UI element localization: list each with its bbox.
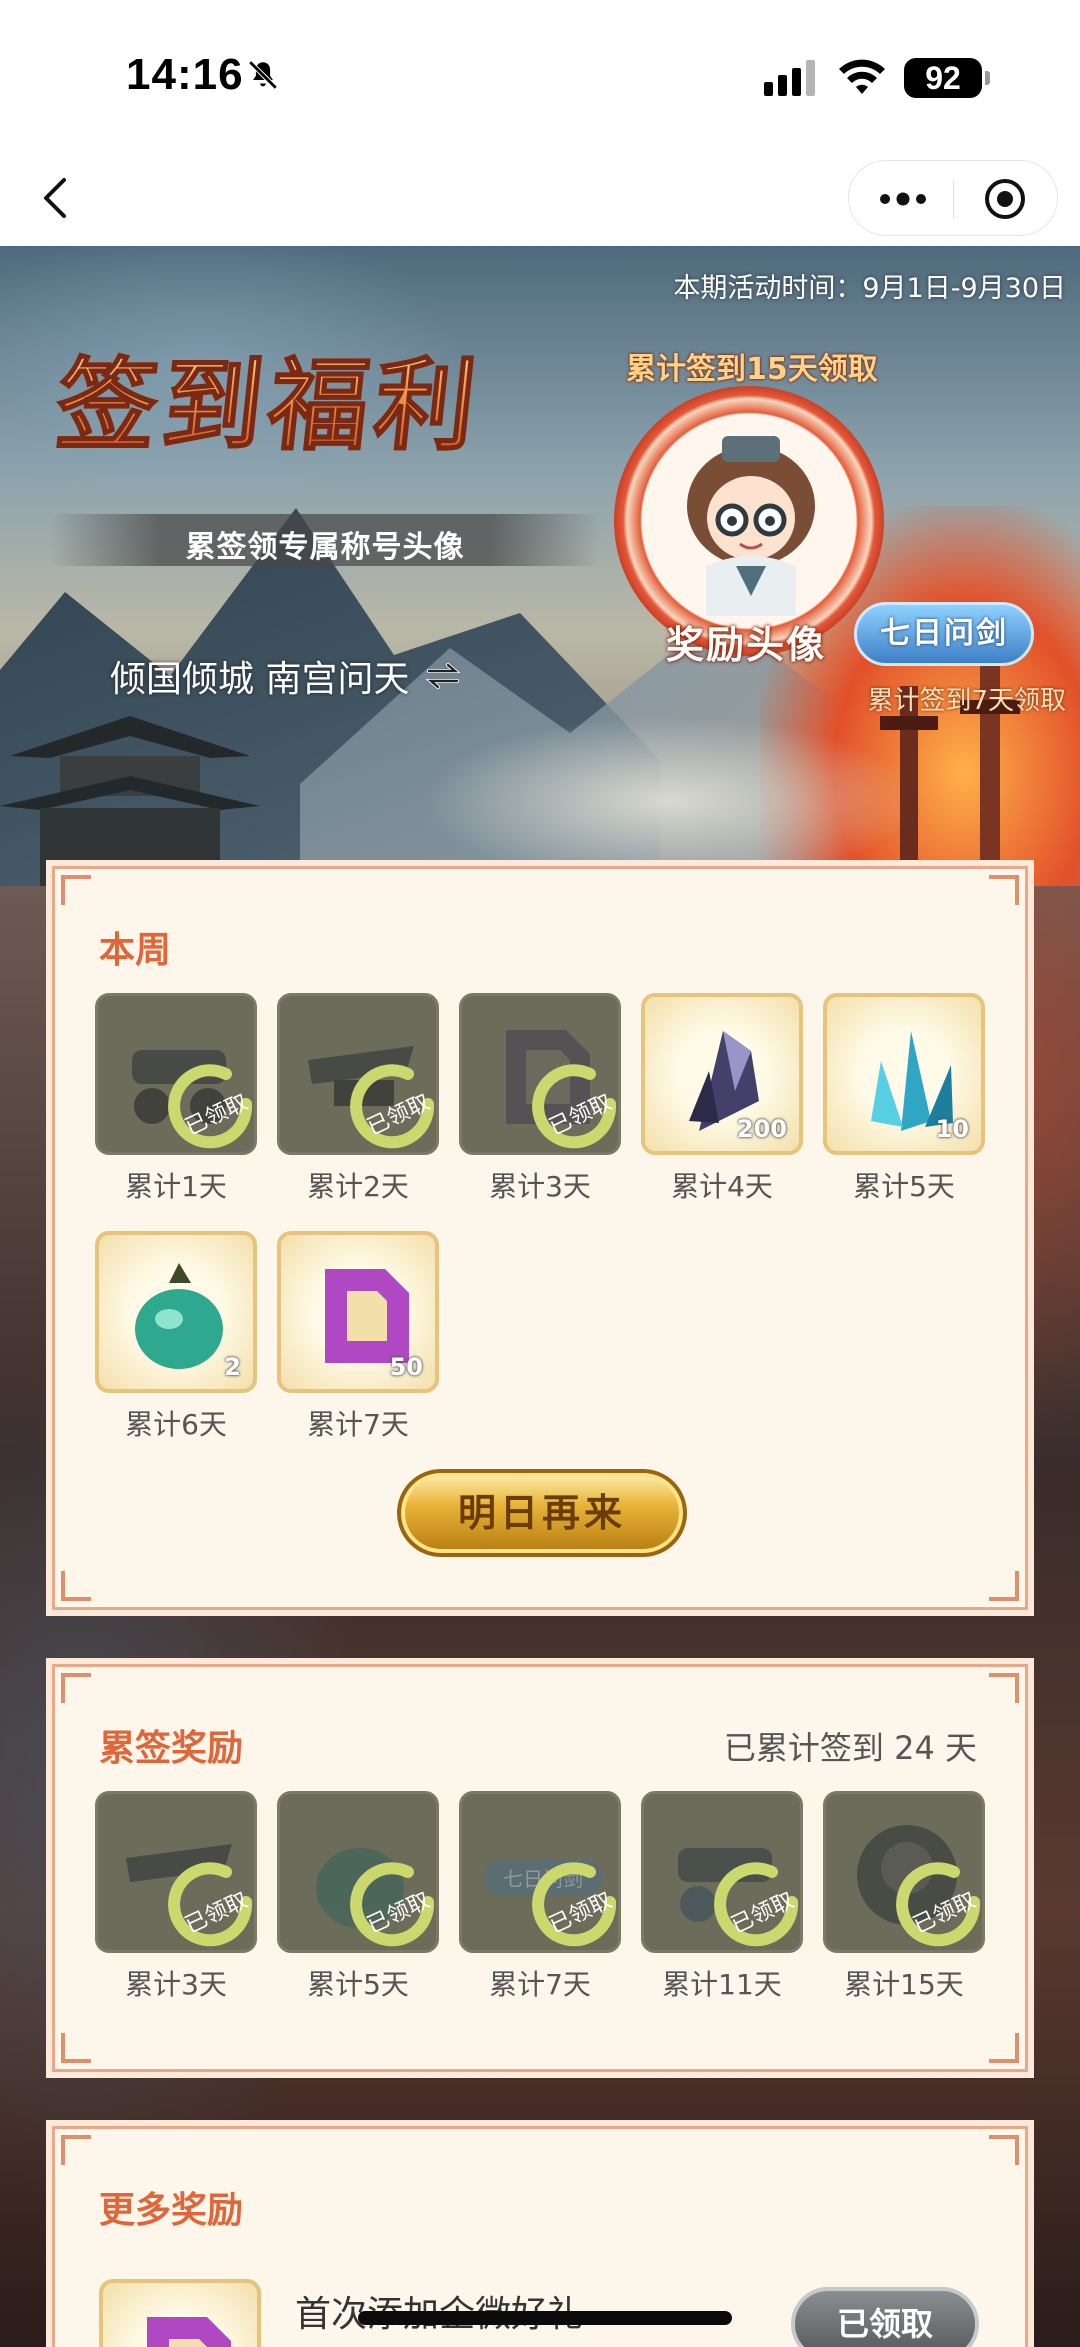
corner-ornament — [989, 2033, 1019, 2063]
reward-label: 累计4天 — [671, 1170, 773, 1203]
switch-arrows-icon[interactable] — [425, 661, 461, 691]
reward-label: 累计11天 — [662, 1968, 782, 2001]
corner-ornament — [61, 1673, 91, 1703]
claimed-stamp-icon: 已领取 — [896, 1862, 981, 1947]
reward-quantity: 10 — [935, 1115, 969, 1143]
claimed-stamp-icon: 已领取 — [532, 1064, 617, 1149]
more-reward-claimed-button[interactable]: 已领取 — [791, 2287, 979, 2347]
player-title-switch[interactable]: 倾国倾城 南宫问天 — [110, 650, 461, 702]
capsule-divider — [953, 179, 954, 219]
reward-label: 累计3天 — [125, 1968, 227, 2001]
title-badge-button[interactable]: 七日问剑 — [854, 602, 1034, 666]
come-back-tomorrow-button[interactable]: 明日再来 — [397, 1469, 687, 1557]
corner-ornament — [61, 2033, 91, 2063]
corner-ornament — [989, 875, 1019, 905]
corner-ornament — [61, 875, 91, 905]
more-rewards-title: 更多奖励 — [99, 2190, 244, 2231]
reward-label: 累计15天 — [844, 1968, 964, 2001]
reward-item-day6[interactable]: 2 累计6天 — [95, 1231, 257, 1443]
reward-label: 累计7天 — [489, 1968, 591, 2001]
reward-item-day3[interactable]: 已领取 累计3天 — [459, 993, 621, 1205]
reward-tile: 已领取 — [459, 993, 621, 1155]
reward-item-day2[interactable]: 已领取 累计2天 — [277, 993, 439, 1205]
reward-label: 累计6天 — [125, 1408, 227, 1441]
sign-in-welfare-page: 14:16 92 本期活动时间：9月1日-9月30日 签到福利 累签领专属称号头… — [0, 0, 1080, 2347]
claimed-stamp-icon: 已领取 — [168, 1064, 253, 1149]
reward-item-day7[interactable]: 50 累计7天 — [277, 1231, 439, 1443]
more-dots-icon[interactable] — [873, 181, 933, 217]
reward-item-day1[interactable]: 已领取 累计1天 — [95, 993, 257, 1205]
status-time: 14:16 — [126, 50, 244, 99]
claimed-stamp-icon: 已领取 — [168, 1862, 253, 1947]
avatar-requirement: 累计签到15天领取 — [626, 352, 878, 387]
player-title: 倾国倾城 南宫问天 — [110, 659, 410, 700]
corner-ornament — [989, 1571, 1019, 1601]
corner-ornament — [989, 2135, 1019, 2165]
more-reward-thumb — [99, 2279, 261, 2347]
cumulative-item-15[interactable]: 已领取 累计15天 — [823, 1791, 985, 2003]
cellular-signal-icon — [764, 60, 815, 96]
reward-item-day5[interactable]: 10 累计5天 — [823, 993, 985, 1205]
wifi-icon — [839, 59, 885, 94]
claimed-stamp-icon: 已领取 — [350, 1064, 435, 1149]
reward-tile: 七日问剑 已领取 — [459, 1791, 621, 1953]
target-circle-icon[interactable] — [983, 177, 1027, 221]
hero-banner: 本期活动时间：9月1日-9月30日 签到福利 累签领专属称号头像 倾国倾城 南宫… — [0, 246, 1080, 886]
reward-quantity: 2 — [224, 1353, 241, 1381]
reward-quantity: 50 — [389, 1353, 423, 1381]
activity-time: 本期活动时间：9月1日-9月30日 — [673, 273, 1066, 304]
back-chevron-icon[interactable] — [36, 170, 76, 226]
reward-tile: 已领取 — [641, 1791, 803, 1953]
purple-token-icon — [147, 2317, 231, 2347]
reward-item-day4[interactable]: 200 累计4天 — [641, 993, 803, 1205]
reward-label: 累计5天 — [307, 1968, 409, 2001]
cloud-art — [420, 716, 920, 886]
reward-tile: 已领取 — [95, 1791, 257, 1953]
home-indicator[interactable] — [358, 2311, 732, 2325]
reward-tile: 50 — [277, 1231, 439, 1393]
reward-label: 累计2天 — [307, 1170, 409, 1203]
cumulative-progress: 已累计签到 24 天 — [723, 1729, 977, 1767]
avatar-character-art — [687, 436, 815, 616]
status-bar: 14:16 92 — [0, 0, 1080, 150]
reward-tile: 200 — [641, 993, 803, 1155]
reward-tile: 已领取 — [95, 993, 257, 1155]
reward-label: 累计5天 — [853, 1170, 955, 1203]
reward-tile: 已领取 — [277, 1791, 439, 1953]
cumulative-item-3[interactable]: 已领取 累计3天 — [95, 1791, 257, 2003]
reward-label: 累计7天 — [307, 1408, 409, 1441]
cumulative-item-7[interactable]: 七日问剑 已领取 累计7天 — [459, 1791, 621, 2003]
cumulative-panel: 累签奖励 已累计签到 24 天 已领取 累计3天 已领取 累计5天 七日问剑 已… — [46, 1658, 1034, 2078]
reward-tile: 已领取 — [277, 993, 439, 1155]
page-title: 签到福利 — [50, 324, 489, 469]
reward-tile: 已领取 — [823, 1791, 985, 1953]
reward-quantity: 200 — [736, 1115, 787, 1143]
corner-ornament — [61, 2135, 91, 2165]
cumulative-item-11[interactable]: 已领取 累计11天 — [641, 1791, 803, 2003]
week-panel: 本周 已领取 累计1天 已领取 累计2天 已领取 累计3天 200 累计4天 1… — [46, 860, 1034, 1616]
cumulative-item-5[interactable]: 已领取 累计5天 — [277, 1791, 439, 2003]
claimed-stamp-icon: 已领取 — [714, 1862, 799, 1947]
claimed-stamp-icon: 已领取 — [532, 1862, 617, 1947]
nav-bar — [0, 150, 1080, 246]
page-subtitle: 累签领专属称号头像 — [185, 530, 465, 565]
battery-icon: 92 — [904, 58, 990, 98]
badge-requirement: 累计签到7天领取 — [867, 686, 1066, 716]
reward-label: 累计1天 — [125, 1170, 227, 1203]
reward-tile: 2 — [95, 1231, 257, 1393]
pagoda-art — [0, 716, 260, 886]
corner-ornament — [61, 1571, 91, 1601]
corner-ornament — [989, 1673, 1019, 1703]
cumulative-title: 累签奖励 — [99, 1728, 244, 1769]
reward-tile: 10 — [823, 993, 985, 1155]
week-title: 本周 — [99, 930, 172, 971]
avatar-caption: 奖励头像 — [666, 623, 827, 667]
claimed-stamp-icon: 已领取 — [350, 1862, 435, 1947]
reward-label: 累计3天 — [489, 1170, 591, 1203]
bell-slash-icon — [248, 60, 278, 90]
miniprogram-capsule — [848, 160, 1058, 236]
